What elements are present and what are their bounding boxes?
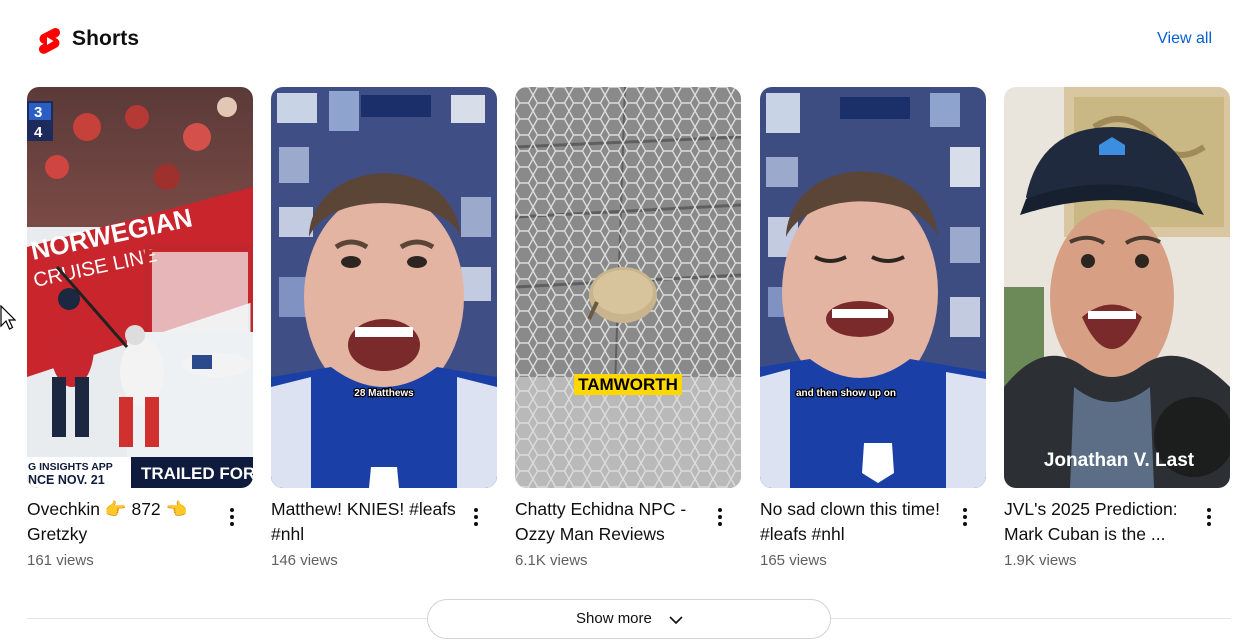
more-options-icon[interactable] [465, 505, 487, 529]
short-views: 1.9K views [1004, 552, 1077, 569]
show-more-label: Show more [576, 610, 652, 627]
section-divider [831, 618, 1231, 619]
ticker-right-text: TRAILED FOR [141, 464, 253, 483]
ticker-top-text: G INSIGHTS APP [28, 461, 113, 473]
more-options-icon[interactable] [709, 505, 731, 529]
section-title: Shorts [72, 27, 140, 50]
more-options-icon[interactable] [954, 505, 976, 529]
caption-text: Jonathan V. Last [1044, 450, 1195, 471]
short-thumbnail[interactable]: TAMWORTH [515, 87, 741, 488]
short-card: TAMWORTH Chatty Echidna NPC - Ozzy Man R… [515, 87, 741, 577]
short-thumbnail[interactable]: 28 Matthews [271, 87, 497, 488]
ticker-date-text: NCE NOV. 21 [28, 473, 105, 487]
short-thumbnail[interactable]: NORWEGIAN CRUISE LINE 3 4 G INSIGHTS APP… [27, 87, 253, 488]
mouse-cursor-icon [0, 305, 16, 330]
short-card: NORWEGIAN CRUISE LINE 3 4 G INSIGHTS APP… [27, 87, 253, 577]
echidna-thumbnail-image: TAMWORTH [515, 87, 741, 488]
show-more-button[interactable]: Show more [427, 599, 831, 639]
short-views: 146 views [271, 552, 338, 569]
short-thumbnail[interactable]: and then show up on [760, 87, 986, 488]
scoreboard-away: 4 [34, 124, 43, 141]
short-thumbnail[interactable]: Jonathan V. Last [1004, 87, 1230, 488]
short-card: and then show up on No sad clown this ti… [760, 87, 986, 577]
more-options-icon[interactable] [221, 505, 243, 529]
short-title[interactable]: Ovechkin 👉 872 👈 Gretzky [27, 497, 217, 547]
chevron-down-icon [669, 616, 683, 625]
shorts-section-header: Shorts View all [37, 24, 1217, 56]
caption-text: TAMWORTH [578, 375, 678, 394]
leafs-fan-thumbnail-image: 28 Matthews [271, 87, 497, 488]
leafs-fan-thumbnail-image: and then show up on [760, 87, 986, 488]
short-title[interactable]: Matthew! KNIES! #leafs #nhl [271, 497, 461, 547]
short-views: 6.1K views [515, 552, 588, 569]
hockey-thumbnail-image: NORWEGIAN CRUISE LINE 3 4 G INSIGHTS APP… [27, 87, 253, 488]
short-title[interactable]: JVL's 2025 Prediction: Mark Cuban is the… [1004, 497, 1194, 547]
short-views: 165 views [760, 552, 827, 569]
shorts-shelf: NORWEGIAN CRUISE LINE 3 4 G INSIGHTS APP… [27, 87, 1231, 577]
youtube-shorts-icon [39, 27, 60, 54]
view-all-link[interactable]: View all [1157, 30, 1212, 48]
short-title[interactable]: No sad clown this time! #leafs #nhl [760, 497, 950, 547]
more-options-icon[interactable] [1198, 505, 1220, 529]
jvl-thumbnail-image: Jonathan V. Last [1004, 87, 1230, 488]
short-card: Jonathan V. Last JVL's 2025 Prediction: … [1004, 87, 1230, 577]
caption-text: and then show up on [796, 388, 896, 399]
short-views: 161 views [27, 552, 94, 569]
section-divider [27, 618, 427, 619]
short-card: 28 Matthews Matthew! KNIES! #leafs #nhl … [271, 87, 497, 577]
scoreboard-home: 3 [34, 104, 42, 121]
short-title[interactable]: Chatty Echidna NPC - Ozzy Man Reviews [515, 497, 705, 547]
caption-text: 28 Matthews [354, 388, 414, 399]
